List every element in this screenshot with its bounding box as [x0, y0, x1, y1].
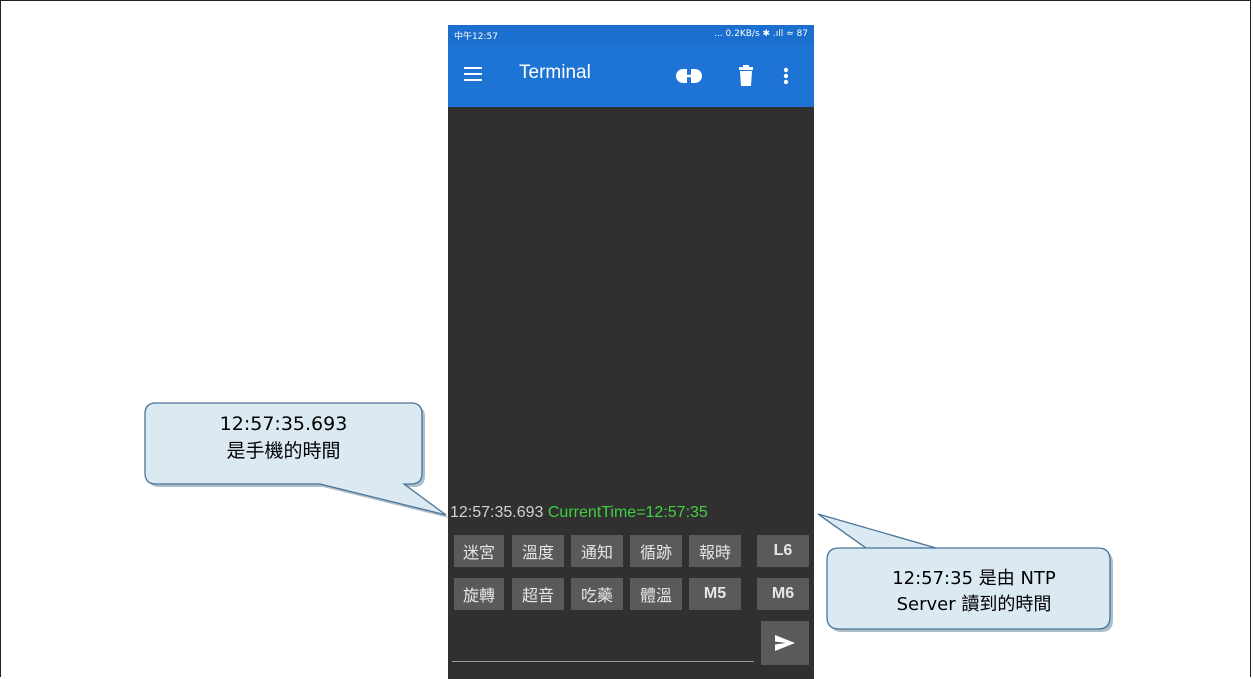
- macro-button-medicine[interactable]: 吃藥: [571, 578, 623, 610]
- trash-icon[interactable]: [738, 65, 754, 87]
- callout-left-line1: 12:57:35.693: [219, 413, 348, 435]
- terminal-line: 12:57:35.693 CurrentTime=12:57:35: [450, 504, 708, 522]
- message-input[interactable]: [452, 661, 754, 662]
- macro-button-notify[interactable]: 通知: [571, 535, 623, 567]
- callout-left: 12:57:35.693 是手機的時間: [145, 411, 422, 465]
- callout-right-line2: Server 讀到的時間: [896, 594, 1052, 615]
- macro-button-m6[interactable]: M6: [757, 578, 809, 610]
- macro-button-rotate[interactable]: 旋轉: [454, 578, 504, 610]
- connect-icon[interactable]: [674, 65, 704, 87]
- status-time: 中午12:57: [454, 32, 498, 42]
- macro-button-temperature[interactable]: 溫度: [512, 535, 564, 567]
- macro-button-body-temp[interactable]: 體溫: [630, 578, 682, 610]
- macro-button-line-follow[interactable]: 循跡: [630, 535, 682, 567]
- send-icon: [775, 635, 795, 651]
- terminal-timestamp: 12:57:35.693: [450, 504, 544, 521]
- app-bar: Terminal: [448, 45, 814, 107]
- menu-icon[interactable]: [464, 67, 482, 81]
- page-title: Terminal: [519, 62, 591, 83]
- callout-right-line1: 12:57:35 是由 NTP: [892, 568, 1056, 589]
- status-bar: 中午12:57 ... 0.2KB/s ✱ .ıll ≈ 87: [448, 25, 814, 45]
- callout-left-line2: 是手機的時間: [226, 440, 341, 462]
- macro-button-m5[interactable]: M5: [689, 578, 741, 610]
- macro-button-ultrasonic[interactable]: 超音: [512, 578, 564, 610]
- send-button[interactable]: [761, 621, 809, 665]
- callout-right: 12:57:35 是由 NTP Server 讀到的時間: [827, 566, 1121, 618]
- macro-button-l6[interactable]: L6: [757, 535, 809, 567]
- more-vert-icon[interactable]: [783, 65, 789, 87]
- macro-button-maze[interactable]: 迷宮: [454, 535, 504, 567]
- status-indicators: ... 0.2KB/s ✱ .ıll ≈ 87: [714, 29, 808, 39]
- macro-button-report-time[interactable]: 報時: [689, 535, 741, 567]
- phone-screen: 中午12:57 ... 0.2KB/s ✱ .ıll ≈ 87 Terminal…: [448, 25, 814, 679]
- terminal-message: CurrentTime=12:57:35: [547, 504, 708, 521]
